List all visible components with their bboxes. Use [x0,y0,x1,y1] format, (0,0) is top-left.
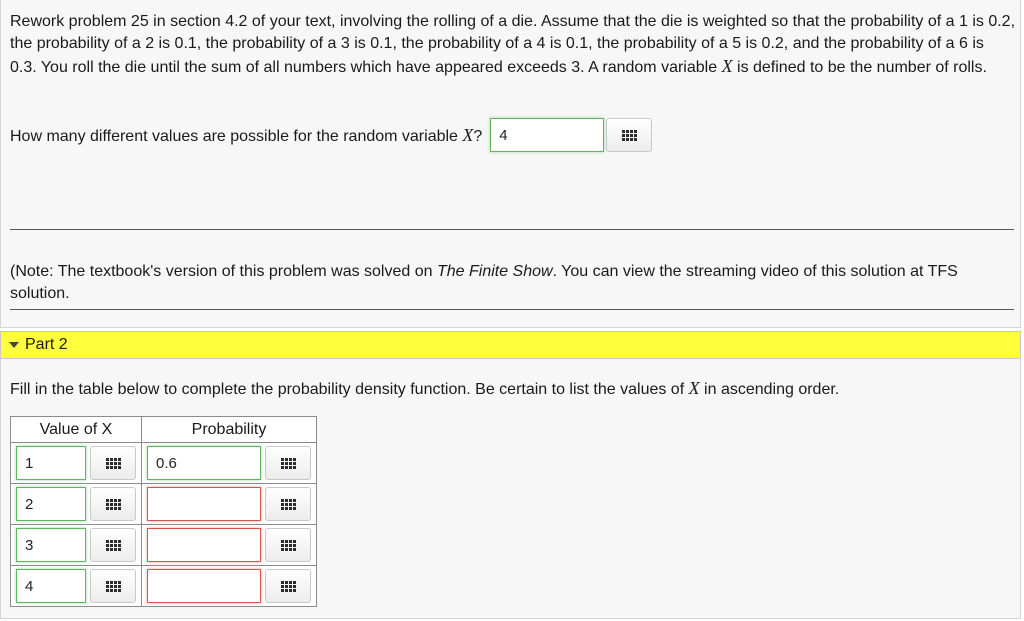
grid-icon [105,457,121,469]
divider [10,229,1014,230]
problem-statement: Rework problem 25 in section 4.2 of your… [10,13,1016,76]
table-row [10,524,317,566]
divider [10,309,1014,310]
equation-palette-button[interactable] [606,118,653,152]
value-x-input-3[interactable] [16,528,86,562]
show-name: The Finite Show [436,263,553,280]
grid-icon [105,498,121,510]
table-row [10,565,317,607]
equation-palette-button[interactable] [265,446,311,480]
equation-palette-button[interactable] [265,569,311,603]
equation-palette-button[interactable] [265,528,311,562]
grid-icon [105,580,121,592]
probability-input-1[interactable] [147,446,261,480]
part-1-panel: Rework problem 25 in section 4.2 of your… [0,0,1021,328]
part-2-header[interactable]: Part 2 [0,331,1021,359]
question-label: How many different values are possible f… [10,124,483,145]
table-row [10,483,317,525]
header-probability: Probability [141,416,317,443]
grid-icon [105,539,121,551]
equation-palette-button[interactable] [90,528,136,562]
table-instructions: Fill in the table below to complete the … [10,378,840,398]
value-x-input-2[interactable] [16,487,86,521]
value-x-input-1[interactable] [16,446,86,480]
answer-count-input[interactable] [490,118,605,152]
header-value-of-x: Value of X [10,416,142,443]
grid-icon [280,580,296,592]
probability-input-2[interactable] [147,487,261,521]
probability-input-3[interactable] [147,528,261,562]
value-x-input-4[interactable] [16,569,86,603]
equation-palette-button[interactable] [265,487,311,521]
equation-palette-button[interactable] [90,446,136,480]
equation-palette-button[interactable] [90,569,136,603]
grid-icon [621,129,637,141]
question-row: How many different values are possible f… [10,118,653,152]
grid-icon [280,539,296,551]
part-2-label: Part 2 [25,336,68,353]
grid-icon [280,498,296,510]
probability-input-4[interactable] [147,569,261,603]
grid-icon [280,457,296,469]
textbook-note: (Note: The textbook's version of this pr… [10,263,958,302]
table-row [10,442,317,484]
triangle-down-icon [9,342,19,348]
pdf-table: Value of X Probability [10,416,317,607]
part-2-panel: Fill in the table below to complete the … [0,359,1021,619]
equation-palette-button[interactable] [90,487,136,521]
